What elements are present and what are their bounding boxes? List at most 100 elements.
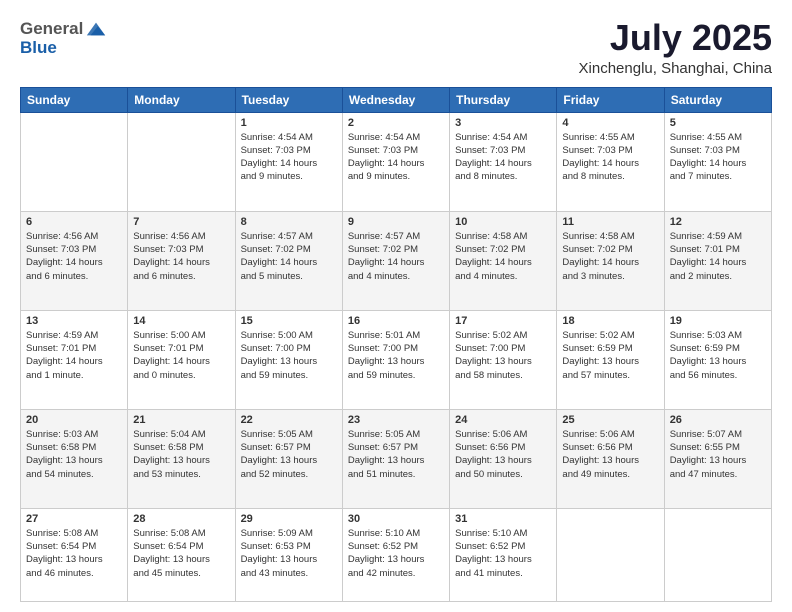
- calendar-cell: 9Sunrise: 4:57 AMSunset: 7:02 PMDaylight…: [342, 211, 449, 310]
- calendar-header-friday: Friday: [557, 87, 664, 112]
- day-number: 26: [670, 414, 766, 426]
- day-info-line: and 4 minutes.: [348, 270, 444, 283]
- day-info-line: Sunset: 6:52 PM: [348, 540, 444, 553]
- day-info-line: Daylight: 13 hours: [670, 355, 766, 368]
- day-info-line: and 3 minutes.: [562, 270, 658, 283]
- day-info-line: Daylight: 14 hours: [455, 256, 551, 269]
- day-info-line: Daylight: 14 hours: [133, 256, 229, 269]
- day-number: 30: [348, 513, 444, 525]
- day-info-line: Daylight: 14 hours: [562, 256, 658, 269]
- day-info-line: and 59 minutes.: [348, 369, 444, 382]
- day-info-line: Sunrise: 5:05 AM: [348, 428, 444, 441]
- day-info-line: and 57 minutes.: [562, 369, 658, 382]
- day-number: 18: [562, 315, 658, 327]
- day-info-line: and 47 minutes.: [670, 468, 766, 481]
- day-number: 4: [562, 117, 658, 129]
- day-info-line: and 49 minutes.: [562, 468, 658, 481]
- day-info-line: Sunset: 7:03 PM: [26, 243, 122, 256]
- day-info-line: Sunrise: 4:57 AM: [241, 230, 337, 243]
- calendar-cell: 31Sunrise: 5:10 AMSunset: 6:52 PMDayligh…: [450, 508, 557, 601]
- day-number: 7: [133, 216, 229, 228]
- day-info-line: Sunrise: 5:06 AM: [455, 428, 551, 441]
- header: General Blue July 2025 Xinchenglu, Shang…: [20, 18, 772, 77]
- day-info-line: Sunset: 6:58 PM: [133, 441, 229, 454]
- calendar-week-row: 6Sunrise: 4:56 AMSunset: 7:03 PMDaylight…: [21, 211, 772, 310]
- calendar-cell: 22Sunrise: 5:05 AMSunset: 6:57 PMDayligh…: [235, 409, 342, 508]
- day-info-line: Sunrise: 5:05 AM: [241, 428, 337, 441]
- day-number: 23: [348, 414, 444, 426]
- day-number: 29: [241, 513, 337, 525]
- calendar-cell: 16Sunrise: 5:01 AMSunset: 7:00 PMDayligh…: [342, 310, 449, 409]
- day-info-line: Sunset: 6:59 PM: [670, 342, 766, 355]
- day-info-line: and 56 minutes.: [670, 369, 766, 382]
- day-number: 21: [133, 414, 229, 426]
- day-info-line: and 53 minutes.: [133, 468, 229, 481]
- calendar-cell: 7Sunrise: 4:56 AMSunset: 7:03 PMDaylight…: [128, 211, 235, 310]
- day-info-line: Sunrise: 5:00 AM: [241, 329, 337, 342]
- day-info-line: Daylight: 14 hours: [455, 157, 551, 170]
- calendar-cell: 20Sunrise: 5:03 AMSunset: 6:58 PMDayligh…: [21, 409, 128, 508]
- day-info-line: Sunset: 6:56 PM: [455, 441, 551, 454]
- day-info-line: Daylight: 13 hours: [562, 355, 658, 368]
- calendar-cell: 24Sunrise: 5:06 AMSunset: 6:56 PMDayligh…: [450, 409, 557, 508]
- month-title: July 2025: [579, 18, 772, 58]
- logo-blue-text: Blue: [20, 38, 107, 58]
- day-info-line: Sunrise: 5:03 AM: [26, 428, 122, 441]
- calendar-cell: 17Sunrise: 5:02 AMSunset: 7:00 PMDayligh…: [450, 310, 557, 409]
- title-block: July 2025 Xinchenglu, Shanghai, China: [579, 18, 772, 77]
- day-info-line: Daylight: 13 hours: [133, 553, 229, 566]
- day-number: 22: [241, 414, 337, 426]
- calendar-cell: [21, 112, 128, 211]
- day-info-line: Sunrise: 5:01 AM: [348, 329, 444, 342]
- day-info-line: Daylight: 13 hours: [348, 553, 444, 566]
- day-info-line: Sunset: 7:02 PM: [348, 243, 444, 256]
- day-info-line: Sunrise: 5:08 AM: [133, 527, 229, 540]
- day-info-line: Sunset: 7:01 PM: [26, 342, 122, 355]
- day-info-line: Sunrise: 4:59 AM: [670, 230, 766, 243]
- day-info-line: Sunrise: 4:55 AM: [562, 131, 658, 144]
- day-info-line: Sunrise: 4:58 AM: [562, 230, 658, 243]
- day-info-line: Sunset: 6:57 PM: [241, 441, 337, 454]
- day-number: 13: [26, 315, 122, 327]
- day-info-line: Daylight: 14 hours: [348, 256, 444, 269]
- calendar-cell: 25Sunrise: 5:06 AMSunset: 6:56 PMDayligh…: [557, 409, 664, 508]
- day-info-line: Sunset: 6:58 PM: [26, 441, 122, 454]
- day-info-line: Daylight: 14 hours: [26, 256, 122, 269]
- day-info-line: Sunset: 6:52 PM: [455, 540, 551, 553]
- calendar-header-sunday: Sunday: [21, 87, 128, 112]
- day-info-line: Sunset: 6:53 PM: [241, 540, 337, 553]
- day-info-line: Sunset: 7:03 PM: [455, 144, 551, 157]
- day-info-line: and 58 minutes.: [455, 369, 551, 382]
- day-number: 9: [348, 216, 444, 228]
- day-info-line: Sunrise: 5:10 AM: [455, 527, 551, 540]
- day-info-line: Sunset: 7:01 PM: [133, 342, 229, 355]
- day-info-line: and 50 minutes.: [455, 468, 551, 481]
- calendar-header-tuesday: Tuesday: [235, 87, 342, 112]
- calendar-cell: [664, 508, 771, 601]
- day-info-line: Daylight: 13 hours: [348, 454, 444, 467]
- day-info-line: Sunrise: 4:54 AM: [348, 131, 444, 144]
- day-info-line: Sunset: 6:54 PM: [26, 540, 122, 553]
- calendar-cell: 15Sunrise: 5:00 AMSunset: 7:00 PMDayligh…: [235, 310, 342, 409]
- calendar-cell: [557, 508, 664, 601]
- day-number: 25: [562, 414, 658, 426]
- calendar-cell: 4Sunrise: 4:55 AMSunset: 7:03 PMDaylight…: [557, 112, 664, 211]
- day-info-line: Sunrise: 5:07 AM: [670, 428, 766, 441]
- day-info-line: Daylight: 13 hours: [455, 355, 551, 368]
- calendar-cell: 29Sunrise: 5:09 AMSunset: 6:53 PMDayligh…: [235, 508, 342, 601]
- day-info-line: Sunset: 7:03 PM: [670, 144, 766, 157]
- calendar-cell: 8Sunrise: 4:57 AMSunset: 7:02 PMDaylight…: [235, 211, 342, 310]
- day-info-line: Daylight: 13 hours: [348, 355, 444, 368]
- day-info-line: and 8 minutes.: [562, 170, 658, 183]
- day-info-line: Daylight: 14 hours: [348, 157, 444, 170]
- day-info-line: Sunrise: 5:03 AM: [670, 329, 766, 342]
- day-info-line: and 8 minutes.: [455, 170, 551, 183]
- day-number: 10: [455, 216, 551, 228]
- calendar-cell: 30Sunrise: 5:10 AMSunset: 6:52 PMDayligh…: [342, 508, 449, 601]
- day-info-line: Daylight: 13 hours: [26, 454, 122, 467]
- day-info-line: Sunset: 7:02 PM: [241, 243, 337, 256]
- calendar-week-row: 1Sunrise: 4:54 AMSunset: 7:03 PMDaylight…: [21, 112, 772, 211]
- day-info-line: and 52 minutes.: [241, 468, 337, 481]
- calendar-cell: 28Sunrise: 5:08 AMSunset: 6:54 PMDayligh…: [128, 508, 235, 601]
- day-info-line: Sunset: 7:03 PM: [348, 144, 444, 157]
